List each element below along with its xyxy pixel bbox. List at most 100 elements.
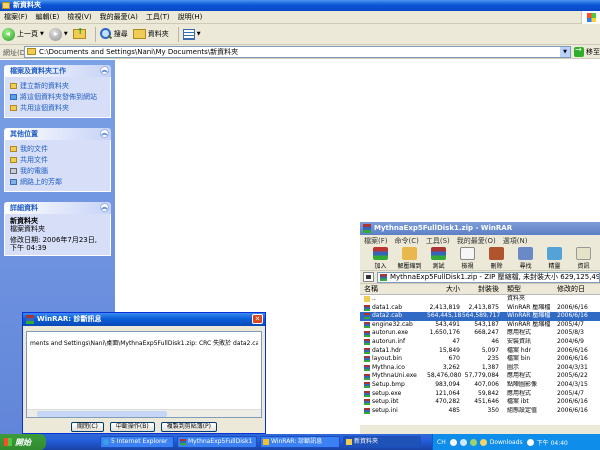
messenger-icon[interactable] — [526, 438, 534, 446]
other-places-header[interactable]: 其他位置 ︽ — [4, 128, 111, 140]
add-archive-icon — [373, 247, 388, 260]
details-header[interactable]: 詳細資料 ︽ — [4, 202, 111, 214]
task-share-folder[interactable]: 共用這個資料夾 — [10, 103, 105, 113]
address-input[interactable]: C:\Documents and Settings\Nani\My Docume… — [24, 46, 571, 58]
place-my-documents[interactable]: 我的文件 — [10, 144, 105, 154]
chevron-down-icon[interactable]: ▼ — [560, 47, 570, 57]
collapse-chevron-icon[interactable]: ︽ — [100, 129, 109, 138]
winrar-menu-favorites[interactable]: 我的最愛(O) — [457, 236, 496, 246]
taskbar-diagnostic[interactable]: WinRAR: 診斷訊息 — [260, 436, 340, 448]
collapse-chevron-icon[interactable]: ︽ — [100, 66, 109, 75]
views-button[interactable]: ▼ — [182, 28, 201, 40]
explorer-titlebar[interactable]: 新資料夾 — [0, 0, 600, 11]
file-row[interactable]: data1.cab 2,413,819 2,413,875 WinRAR 壓縮檔 200… — [360, 304, 600, 313]
winrar-menu-commands[interactable]: 命令(C) — [395, 236, 419, 246]
taskbar-ie-group[interactable]: 5 Internet Explorer — [100, 436, 174, 448]
copy-clipboard-button[interactable]: 複製到剪貼簿(P) — [160, 422, 217, 432]
close-icon[interactable]: ✕ — [252, 314, 263, 324]
file-row[interactable]: setup.ini 485 350 組態設定值 2006/6/16 — [360, 407, 600, 416]
up-level-icon[interactable] — [363, 272, 374, 282]
test-button[interactable]: 測試 — [424, 246, 453, 270]
forward-button[interactable]: ▼ — [48, 27, 68, 41]
winrar-titlebar[interactable]: MythnaExp5FullDisk1.zip - WinRAR — [360, 222, 600, 235]
column-packed[interactable]: 封裝後 — [462, 284, 501, 294]
volume-icon[interactable] — [469, 438, 477, 446]
file-row[interactable]: data2.cab 564,445,184 564,589,717 WinRAR 壓縮… — [360, 312, 600, 321]
file-row[interactable]: MythnaUni.exe 58,476,080 57,779,084 應用程式 200… — [360, 372, 600, 381]
start-button[interactable]: 開始 — [0, 434, 46, 450]
file-type: 資料夾 — [507, 295, 526, 302]
view-button[interactable]: 檢視 — [453, 246, 482, 270]
info-button[interactable]: 資訊 — [569, 246, 598, 270]
dialog-buttons: 關閉(C) 中斷操作(B) 複製到剪貼簿(P) — [23, 422, 265, 432]
file-row[interactable]: layout.bin 670 235 檔案 bin 2006/6/16 — [360, 355, 600, 364]
task-new-folder[interactable]: 建立新的資料夾 — [10, 81, 105, 91]
menu-help[interactable]: 說明(H) — [178, 11, 203, 24]
column-size[interactable]: 大小 — [427, 284, 462, 294]
file-tasks-title: 檔案及資料夾工作 — [10, 67, 66, 75]
dialog-titlebar[interactable]: WinRAR: 診斷訊息 ✕ — [23, 313, 265, 326]
file-packed: 407,006 — [474, 380, 499, 388]
task-publish-web[interactable]: 將這個資料夾發佈到網站 — [10, 92, 105, 102]
file-row[interactable]: data1.hdr 15,849 5,097 檔案 hdr 2006/6/16 — [360, 347, 600, 356]
error-message: ments and Settings\Nani\桌面\MythnaExp5Ful… — [30, 340, 258, 347]
downloads-label[interactable]: Downloads — [490, 439, 523, 446]
file-name-text: MythnaUni.exe — [372, 372, 417, 380]
taskbar-new-folder[interactable]: 新資料夾 — [343, 436, 421, 448]
file-name-text: autorun.inf — [372, 337, 406, 345]
winrar-menu-file[interactable]: 檔案(F) — [364, 236, 388, 246]
horizontal-scrollbar[interactable] — [27, 409, 261, 417]
file-icon — [364, 330, 370, 337]
language-indicator[interactable]: CH — [437, 439, 446, 446]
column-name[interactable]: 名稱 — [360, 284, 427, 294]
search-button[interactable]: 搜尋 — [99, 28, 128, 40]
file-row[interactable]: Mythna.ico 3,262 1,387 圖示 2004/3/31 — [360, 364, 600, 373]
scrollbar-thumb[interactable] — [37, 411, 167, 417]
menu-view[interactable]: 檢視(V) — [67, 11, 91, 24]
winrar-icon — [363, 224, 371, 233]
file-icon — [364, 313, 370, 320]
up-folder-button[interactable] — [72, 27, 86, 39]
toolbar-divider — [94, 26, 96, 42]
menu-file[interactable]: 檔案(F) — [4, 11, 28, 24]
file-name: data1.cab — [360, 304, 427, 313]
file-row[interactable]: autorun.inf 47 46 安裝資訊 2004/6/9 — [360, 338, 600, 347]
delete-button[interactable]: 刪除 — [482, 246, 511, 270]
file-name-text: autorun.exe — [372, 329, 409, 337]
keyboard-icon[interactable] — [449, 438, 457, 446]
place-network[interactable]: 網路上的芳鄰 — [10, 177, 105, 187]
break-operation-button[interactable]: 中斷操作(B) — [109, 422, 155, 432]
menu-tools[interactable]: 工具(T) — [146, 11, 170, 24]
file-row[interactable]: .. 資料夾 — [360, 295, 600, 304]
place-my-computer[interactable]: 我的電腦 — [10, 166, 105, 176]
folders-button[interactable]: 資料夾 — [132, 29, 169, 39]
file-row[interactable]: setup.ibt 470,282 451,646 檔案 ibt 2006/6/16 — [360, 398, 600, 407]
column-modified[interactable]: 修改的日 — [555, 284, 600, 294]
archive-path-field[interactable]: MythnaExp5FullDisk1.zip - ZIP 壓縮檔, 未封裝大小… — [377, 271, 600, 283]
message-box: ments and Settings\Nani\桌面\MythnaExp5Ful… — [26, 331, 262, 418]
file-row[interactable]: engine32.cab 543,491 543,187 WinRAR 壓縮檔 2005… — [360, 321, 600, 330]
menu-favorites[interactable]: 我的最愛(A) — [100, 11, 138, 24]
wizard-button[interactable]: 精靈 — [540, 246, 569, 270]
file-name: Mythna.ico — [360, 364, 427, 373]
place-shared-documents[interactable]: 共用文件 — [10, 155, 105, 165]
column-type[interactable]: 類型 — [501, 284, 555, 294]
close-button[interactable]: 關閉(C) — [71, 422, 104, 432]
back-button[interactable]: 上一頁 ▼ — [2, 27, 44, 41]
go-button[interactable]: 移至 — [574, 45, 600, 57]
network-icon[interactable] — [459, 438, 467, 446]
file-row[interactable]: Setup.bmp 983,094 407,006 點陣圖影像 2004/3/15 — [360, 381, 600, 390]
add-button[interactable]: 加入 — [366, 246, 395, 270]
taskbar-winrar[interactable]: MythnaExp5FullDisk1 — [177, 436, 257, 448]
extract-to-button[interactable]: 解壓縮到 — [395, 246, 424, 270]
file-row[interactable]: autorun.exe 1,650,176 668,247 應用程式 2005/8/3 — [360, 329, 600, 338]
file-row[interactable]: setup.exe 121,064 59,842 應用程式 2005/4/7 — [360, 390, 600, 399]
file-modified: 2006/6/16 — [557, 406, 588, 414]
collapse-chevron-icon[interactable]: ︽ — [100, 203, 109, 212]
winrar-menu-options[interactable]: 選項(N) — [503, 236, 528, 246]
winrar-menu-tools[interactable]: 工具(S) — [426, 236, 450, 246]
file-icon — [364, 408, 370, 415]
file-tasks-header[interactable]: 檔案及資料夾工作 ︽ — [4, 65, 111, 77]
menu-edit[interactable]: 編輯(E) — [36, 11, 60, 24]
find-button[interactable]: 尋找 — [511, 246, 540, 270]
